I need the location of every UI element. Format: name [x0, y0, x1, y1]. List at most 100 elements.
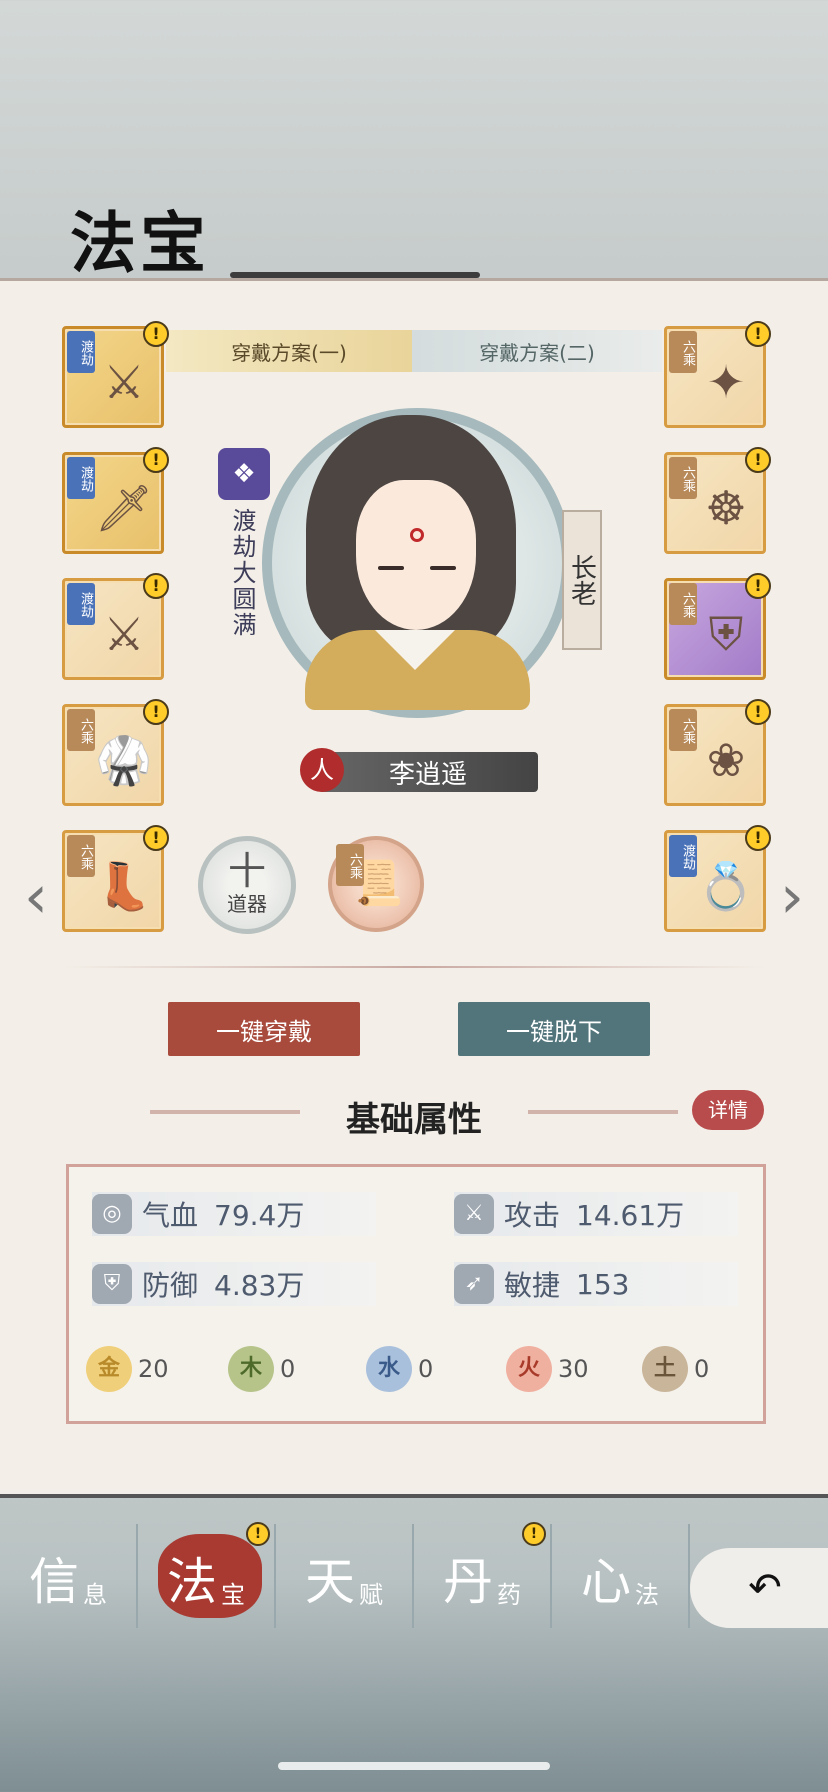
forehead-mark — [410, 528, 424, 542]
boots-icon: 👢 — [95, 859, 153, 913]
equip-slot-right-4[interactable]: 六乘 ❀ ! — [664, 699, 771, 806]
element-value: 0 — [280, 1355, 296, 1383]
character-eye-left — [378, 566, 404, 570]
race-badge: 人 — [300, 748, 344, 792]
character-name: 李逍遥 — [318, 752, 538, 792]
alert-icon: ! — [143, 447, 169, 473]
stat-value: 4.83万 — [214, 1269, 305, 1302]
tab-scheme-2[interactable]: 穿戴方案(二) — [412, 330, 662, 372]
equip-slot-right-3[interactable]: 六乘 ⛨ ! — [664, 573, 771, 680]
character-face — [356, 480, 476, 630]
equip-all-button[interactable]: 一键穿戴 — [168, 1002, 360, 1056]
metal-icon: 金 — [86, 1346, 132, 1392]
nav-small-label: 法 — [635, 1581, 659, 1609]
pendant-icon: ☸ — [705, 481, 747, 535]
grade-badge: 六乘 — [669, 709, 697, 751]
shield-icon: ⛨ — [92, 1264, 132, 1304]
grade-badge: 六乘 — [669, 457, 697, 499]
arrow-right-icon[interactable]: › — [770, 862, 814, 932]
earth-icon: 土 — [642, 1346, 688, 1392]
stat-agility: ➶ 敏捷 153 — [454, 1262, 738, 1306]
nav-elixir[interactable]: 丹 药 ! — [414, 1522, 552, 1628]
element-value: 0 — [418, 1355, 434, 1383]
remove-all-button[interactable]: 一键脱下 — [458, 1002, 650, 1056]
alert-icon: ! — [143, 825, 169, 851]
equip-slot-left-4[interactable]: 六乘 🥋 ! — [62, 699, 169, 806]
belt-icon: ❀ — [706, 733, 746, 787]
stat-label: 敏捷 — [504, 1269, 561, 1302]
nav-talent[interactable]: 天 赋 — [276, 1524, 414, 1628]
hp-icon: ◎ — [92, 1194, 132, 1234]
nav-small-label: 宝 — [221, 1581, 245, 1609]
character-rank: 长老 — [562, 510, 602, 650]
nav-treasure[interactable]: 法 宝 ! — [138, 1522, 276, 1628]
bracer-icon: ⛨ — [708, 607, 744, 661]
divider — [62, 966, 766, 968]
element-wood: 木 0 — [228, 1346, 295, 1392]
grade-badge: 六乘 — [669, 583, 697, 625]
stat-attack: ⚔ 攻击 14.61万 — [454, 1192, 738, 1236]
stat-label: 气血 — [142, 1199, 199, 1232]
alert-icon: ! — [745, 321, 771, 347]
element-fire: 火 30 — [506, 1346, 589, 1392]
nav-mind[interactable]: 心 法 — [552, 1524, 690, 1628]
nav-big-label: 信 — [29, 1553, 79, 1611]
arrow-left-icon[interactable]: ‹ — [14, 862, 58, 932]
back-icon[interactable]: ↶ — [690, 1548, 828, 1628]
plus-icon: 十 — [227, 848, 266, 893]
dagger-icon: 🗡 — [94, 481, 154, 535]
stat-label: 攻击 — [504, 1199, 561, 1232]
nav-big-label: 法 — [167, 1553, 217, 1611]
element-metal: 金 20 — [86, 1346, 169, 1392]
talisman-slot[interactable]: 📜 六乘 — [328, 836, 424, 932]
tab-scheme-1[interactable]: 穿戴方案(一) — [166, 330, 412, 372]
nav-small-label: 息 — [83, 1581, 107, 1609]
stat-defense: ⛨ 防御 4.83万 — [92, 1262, 376, 1306]
nav-small-label: 药 — [497, 1581, 521, 1609]
stat-hp: ◎ 气血 79.4万 — [92, 1192, 376, 1236]
grade-badge: 渡劫 — [67, 331, 95, 373]
alert-icon: ! — [745, 573, 771, 599]
stat-value: 79.4万 — [214, 1199, 305, 1232]
grade-badge: 渡劫 — [669, 835, 697, 877]
element-water: 水 0 — [366, 1346, 433, 1392]
equip-slot-left-3[interactable]: 渡劫 ⚔ ! — [62, 573, 169, 680]
element-value: 0 — [694, 1355, 710, 1383]
alert-icon: ! — [143, 699, 169, 725]
sword-icon: ⚔ — [103, 355, 145, 409]
equip-slot-left-1[interactable]: 渡劫 ⚔ ! — [62, 321, 169, 428]
alert-icon: ! — [246, 1522, 270, 1546]
grade-badge: 渡劫 — [67, 457, 95, 499]
element-earth: 土 0 — [642, 1346, 709, 1392]
alert-icon: ! — [745, 447, 771, 473]
stat-value: 153 — [576, 1267, 630, 1301]
equip-slot-left-5[interactable]: 六乘 👢 ! — [62, 825, 169, 932]
element-value: 30 — [558, 1355, 589, 1383]
alert-icon: ! — [143, 321, 169, 347]
grade-badge: 六乘 — [336, 844, 364, 886]
equip-slot-right-5[interactable]: 渡劫 💍 ! — [664, 825, 771, 932]
water-icon: 水 — [366, 1346, 412, 1392]
equip-slot-left-2[interactable]: 渡劫 🗡 ! — [62, 447, 169, 554]
equip-slot-right-2[interactable]: 六乘 ☸ ! — [664, 447, 771, 554]
realm-icon: ❖ — [218, 448, 270, 500]
detail-button[interactable]: 详情 — [692, 1090, 764, 1130]
tool-label: 道器 — [227, 891, 267, 916]
hairpin-icon: ✦ — [706, 355, 746, 409]
stat-label: 防御 — [142, 1269, 199, 1302]
element-value: 20 — [138, 1355, 169, 1383]
alert-icon: ! — [745, 825, 771, 851]
alert-icon: ! — [745, 699, 771, 725]
artifact-tool-button[interactable]: 十 道器 — [198, 836, 296, 934]
grade-badge: 六乘 — [669, 331, 697, 373]
grade-badge: 渡劫 — [67, 583, 95, 625]
nav-info[interactable]: 信 息 — [0, 1524, 138, 1628]
page-title: 法宝 — [70, 204, 210, 282]
agility-icon: ➶ — [454, 1264, 494, 1304]
grade-badge: 六乘 — [67, 709, 95, 751]
nav-small-label: 赋 — [359, 1581, 383, 1609]
equip-slot-right-1[interactable]: 六乘 ✦ ! — [664, 321, 771, 428]
armor-icon: 🥋 — [95, 733, 153, 787]
alert-icon: ! — [143, 573, 169, 599]
home-indicator[interactable] — [278, 1762, 550, 1770]
